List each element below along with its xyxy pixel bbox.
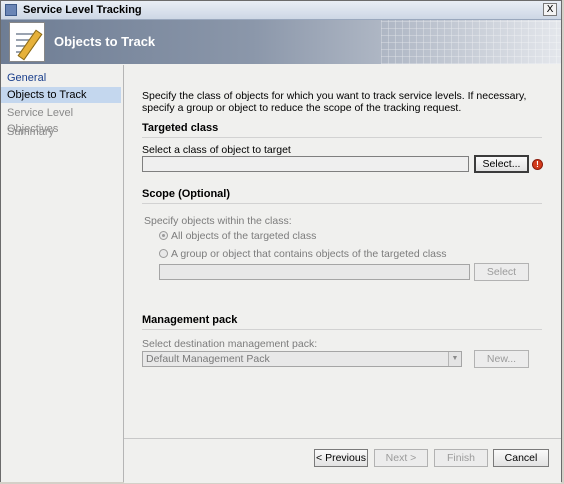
management-pack-label: Select destination management pack: bbox=[142, 338, 318, 350]
app-icon bbox=[5, 4, 17, 16]
radio-all-objects bbox=[159, 231, 168, 240]
notepad-pen-icon bbox=[9, 22, 45, 62]
nav-item-service-level-objectives: Service Level Objectives bbox=[7, 107, 74, 135]
radio-group-object bbox=[159, 249, 168, 258]
page-title: Objects to Track bbox=[54, 34, 156, 49]
main-content: Specify the class of objects for which y… bbox=[124, 65, 561, 437]
cancel-button[interactable]: Cancel bbox=[493, 449, 549, 467]
finish-button: Finish bbox=[434, 449, 488, 467]
nav-item-objects-to-track[interactable]: Objects to Track bbox=[1, 87, 121, 103]
wizard-nav: General Objects to Track Service Level O… bbox=[1, 65, 124, 482]
banner-pattern bbox=[381, 20, 561, 64]
radio-group-object-label: A group or object that contains objects … bbox=[171, 248, 447, 260]
window-title: Service Level Tracking bbox=[23, 4, 142, 16]
wizard-window: Service Level Tracking X Objects to Trac… bbox=[0, 0, 562, 483]
close-button[interactable]: X bbox=[543, 3, 557, 16]
management-pack-value: Default Management Pack bbox=[146, 353, 270, 365]
scope-group-field bbox=[159, 264, 470, 280]
new-management-pack-button: New... bbox=[474, 350, 529, 368]
scope-label: Specify objects within the class: bbox=[144, 215, 292, 227]
select-group-button: Select bbox=[474, 263, 529, 281]
error-icon: ! bbox=[532, 159, 543, 170]
previous-button[interactable]: < Previous bbox=[314, 449, 368, 467]
radio-all-objects-label: All objects of the targeted class bbox=[171, 230, 317, 242]
next-button: Next > bbox=[374, 449, 428, 467]
nav-item-summary: Summary bbox=[7, 126, 55, 138]
nav-item-general[interactable]: General bbox=[1, 70, 121, 86]
scope-header: Scope (Optional) bbox=[142, 188, 542, 204]
targeted-class-label: Select a class of object to target bbox=[142, 144, 291, 156]
management-pack-header: Management pack bbox=[142, 314, 542, 330]
title-bar[interactable]: Service Level Tracking X bbox=[1, 1, 561, 20]
targeted-class-header: Targeted class bbox=[142, 122, 542, 138]
page-description: Specify the class of objects for which y… bbox=[142, 90, 527, 114]
select-class-button[interactable]: Select... bbox=[474, 155, 529, 173]
management-pack-dropdown: Default Management Pack ▼ bbox=[142, 351, 462, 367]
targeted-class-field[interactable] bbox=[142, 156, 469, 172]
header-banner: Objects to Track bbox=[1, 20, 561, 64]
chevron-down-icon: ▼ bbox=[448, 352, 461, 366]
wizard-footer: < Previous Next > Finish Cancel bbox=[124, 438, 561, 483]
